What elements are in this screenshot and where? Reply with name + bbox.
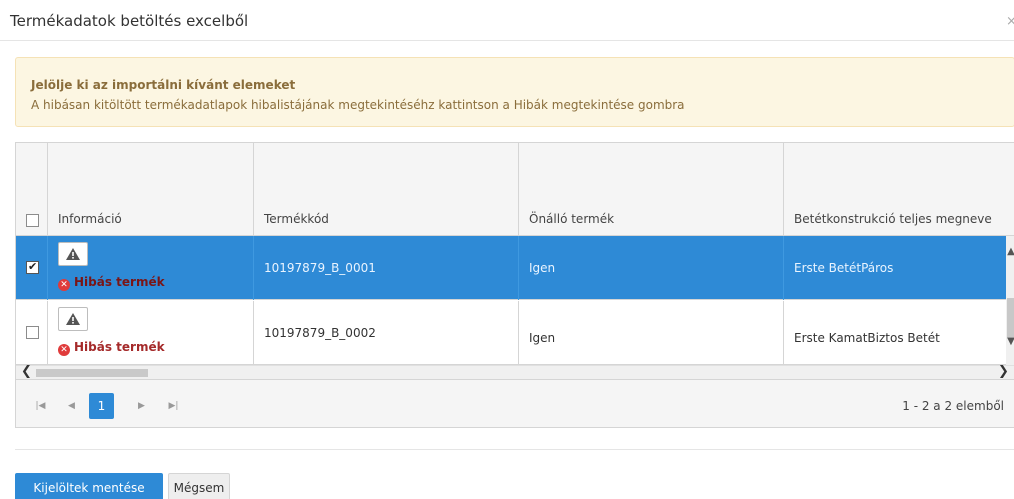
table-row[interactable]: ✕ Hibás termék 10197879_B_0001 Igen Erste… [16,236,1006,300]
first-page-icon[interactable]: |◀ [28,393,53,419]
header-info[interactable]: Információ [48,143,254,236]
dialog-title: Termékadatok betöltés excelből [10,12,249,30]
grid-header: Információ Termékkód Önálló termék Betét… [16,143,1014,236]
row-code-cell: 10197879_B_0001 [254,236,519,300]
page-number-button[interactable]: 1 [89,393,114,419]
cancel-button[interactable]: Mégsem [168,473,230,499]
error-status: ✕ Hibás termék [58,275,165,291]
error-status-text: Hibás termék [74,340,165,354]
table-row[interactable]: ✕ Hibás termék 10197879_B_0002 Igen Erste… [16,301,1006,365]
header-select-cell [16,143,48,236]
horizontal-scroll-thumb[interactable] [36,369,148,377]
footer-divider [15,449,1014,450]
standalone-value: Igen [529,331,556,345]
row-standalone-cell: Igen [519,236,784,300]
warning-icon [66,248,80,260]
scroll-up-icon[interactable]: ▲ [1006,246,1014,264]
row-checkbox[interactable] [26,326,39,339]
product-name: Erste BetétPáros [794,261,894,275]
next-page-icon[interactable]: ▶ [129,393,154,419]
header-name-label: Betétkonstrukció teljes megneve [794,212,992,226]
row-select-cell [16,236,48,300]
row-standalone-cell: Igen [519,301,784,365]
horizontal-scrollbar[interactable]: ❮ ❯ [16,364,1014,379]
standalone-value: Igen [529,261,556,275]
pager: |◀ ◀ 1 ▶ ▶| 1 - 2 a 2 elemből [16,379,1014,427]
header-standalone[interactable]: Önálló termék [519,143,784,236]
scroll-right-icon[interactable]: ❯ [998,364,1009,379]
row-select-cell [16,301,48,365]
error-icon: ✕ [58,279,70,291]
product-code: 10197879_B_0001 [264,261,376,275]
info-alert: Jelölje ki az importálni kívánt elemeket… [15,57,1014,127]
show-errors-button[interactable] [58,242,88,266]
header-info-label: Információ [58,212,122,226]
close-icon[interactable]: × [1006,14,1014,29]
prev-page-icon[interactable]: ◀ [59,393,84,419]
vertical-scroll-thumb[interactable] [1007,298,1014,338]
row-name-cell: Erste KamatBiztos Betét [784,301,1006,365]
warning-icon [66,313,80,325]
save-selected-button[interactable]: Kijelöltek mentése [15,473,163,499]
row-name-cell: Erste BetétPáros [784,236,1006,300]
header-code-label: Termékkód [264,212,329,226]
dialog-header: Termékadatok betöltés excelből × [0,0,1014,41]
error-icon: ✕ [58,344,70,356]
product-code: 10197879_B_0002 [264,326,376,340]
product-grid: Információ Termékkód Önálló termék Betét… [15,142,1014,428]
show-errors-button[interactable] [58,307,88,331]
scroll-left-icon[interactable]: ❮ [21,364,32,379]
error-status: ✕ Hibás termék [58,340,165,356]
row-checkbox[interactable] [26,260,39,274]
product-name: Erste KamatBiztos Betét [794,331,940,345]
alert-text: A hibásan kitöltött termékadatlapok hiba… [31,98,685,112]
scroll-down-icon[interactable]: ▼ [1006,336,1014,354]
header-standalone-label: Önálló termék [529,212,615,226]
row-info-cell: ✕ Hibás termék [48,236,254,300]
select-all-checkbox[interactable] [26,214,39,227]
alert-title: Jelölje ki az importálni kívánt elemeket [31,78,296,92]
header-code[interactable]: Termékkód [254,143,519,236]
error-status-text: Hibás termék [74,275,165,289]
header-name[interactable]: Betétkonstrukció teljes megneve [784,143,1014,236]
row-code-cell: 10197879_B_0002 [254,301,519,365]
vertical-scrollbar[interactable]: ▲ ▼ [1006,236,1014,366]
row-info-cell: ✕ Hibás termék [48,301,254,365]
pager-info: 1 - 2 a 2 elemből [902,399,1004,413]
last-page-icon[interactable]: ▶| [161,393,186,419]
